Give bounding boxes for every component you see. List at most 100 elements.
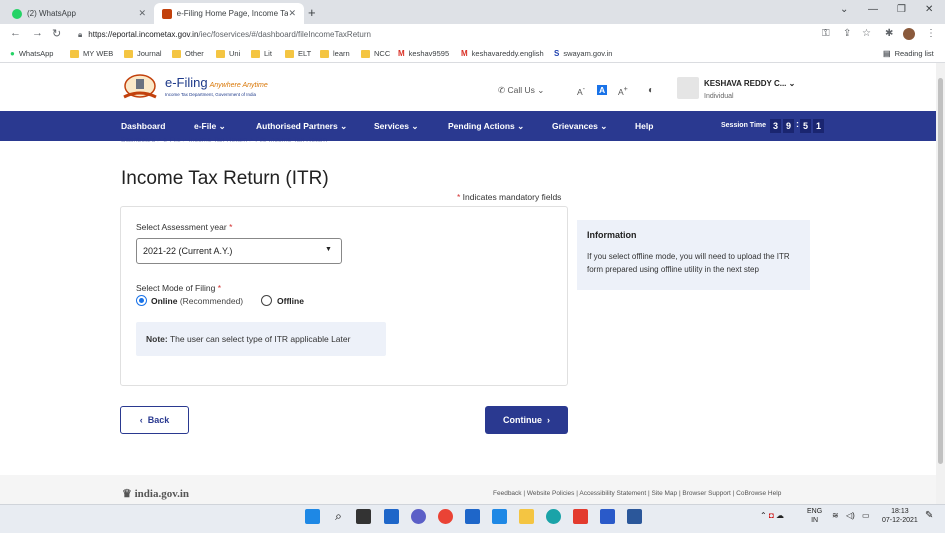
language-indicator[interactable]: ENG IN [807, 507, 822, 525]
bookmark-uni[interactable]: Uni [216, 49, 240, 58]
avatar[interactable] [677, 77, 699, 99]
folder-icon [320, 49, 329, 58]
nav-dashboard[interactable]: Dashboard [121, 121, 165, 131]
new-tab-button[interactable]: + [308, 5, 316, 20]
office-icon[interactable] [573, 509, 588, 524]
bookmark-learn[interactable]: learn [320, 49, 350, 58]
user-menu[interactable]: KESHAVA REDDY C... ⌄ [704, 79, 795, 88]
volume-icon[interactable]: ◁) [846, 511, 855, 520]
filing-mode-label: Select Mode of Filing * [136, 283, 222, 293]
search-icon[interactable]: ⌕ [331, 509, 346, 524]
emblem-logo-icon [123, 74, 157, 99]
back-button[interactable]: ‹ Back [120, 406, 189, 434]
nav-grievances[interactable]: Grievances ⌄ [552, 121, 607, 132]
tab-whatsapp[interactable]: (2) WhatsApp ✕ [4, 3, 154, 24]
offline-radio[interactable] [261, 295, 272, 306]
star-icon[interactable]: ☆ [862, 28, 871, 39]
india-gov-label: india.gov.in [134, 488, 190, 500]
whatsapp-icon: ● [10, 49, 15, 58]
india-gov-link[interactable]: ♛ india.gov.in [122, 487, 189, 500]
font-normal-button[interactable]: A [597, 85, 608, 95]
bookmark-gmail-2[interactable]: Mkeshavareddy.english [461, 49, 544, 58]
user-role: Individual [704, 93, 734, 100]
maximize-button[interactable]: ❐ [897, 4, 906, 15]
key-icon[interactable]: ⚿ [822, 28, 830, 39]
extensions-icon[interactable]: ✱ [885, 28, 893, 39]
chevron-right-icon: › [542, 415, 550, 425]
bookmark-journal[interactable]: Journal [124, 49, 162, 58]
nav-help[interactable]: Help [635, 121, 653, 131]
footer-links[interactable]: Feedback | Website Policies | Accessibil… [493, 490, 781, 497]
nav-pending-actions[interactable]: Pending Actions ⌄ [448, 121, 524, 132]
breadcrumb[interactable]: Dashboard > e-File > Income Tax Return >… [121, 137, 327, 144]
call-us-dropdown[interactable]: ✆ Call Us ⌄ [498, 85, 544, 96]
call-us-label: Call Us [507, 85, 535, 95]
user-name: KESHAVA REDDY C... [704, 79, 787, 88]
font-increase-button[interactable]: A+ [618, 85, 628, 97]
efiling-logo-title[interactable]: e-Filing Anywhere Anytime [165, 75, 268, 90]
bookmark-swayam[interactable]: Sswayam.gov.in [554, 49, 612, 58]
bookmark-label: Journal [137, 49, 162, 58]
widgets-icon[interactable] [384, 509, 399, 524]
edge-icon[interactable] [546, 509, 561, 524]
reload-icon[interactable]: ↻ [52, 27, 61, 40]
taskbar-clock[interactable]: 18:13 07-12-2021 [882, 507, 918, 525]
online-radio[interactable] [136, 295, 147, 306]
forward-arrow-icon[interactable]: → [32, 27, 43, 39]
continue-button[interactable]: Continue › [485, 406, 568, 434]
battery-icon[interactable]: ▭ [862, 511, 870, 520]
tab-search-icon[interactable]: ⌄ [840, 4, 848, 15]
notification-icon[interactable]: ✎ [925, 510, 933, 521]
app-icon[interactable] [600, 509, 615, 524]
note-prefix: Note: [146, 334, 168, 344]
chevron-left-icon: ‹ [139, 415, 148, 425]
folder-icon [172, 49, 181, 58]
close-tab-icon[interactable]: ✕ [138, 8, 146, 19]
bookmark-elt[interactable]: ELT [285, 49, 311, 58]
bookmark-gmail-1[interactable]: Mkeshav9595 [398, 49, 449, 58]
tab-efiling[interactable]: e-Filing Home Page, Income Tax ✕ [154, 3, 304, 24]
nav-label: Authorised Partners [256, 121, 338, 131]
menu-icon[interactable]: ⋮ [926, 28, 936, 39]
reading-list-button[interactable]: ▤ Reading list [883, 49, 934, 58]
contrast-toggle-icon[interactable]: ◐ [648, 85, 654, 96]
nav-efile[interactable]: e-File ⌄ [194, 121, 226, 132]
wifi-icon[interactable]: ≋ [832, 511, 839, 520]
bookmark-my-web[interactable]: MY WEB [70, 49, 113, 58]
mandatory-fields-note: * Indicates mandatory fields [457, 192, 562, 202]
profile-avatar[interactable] [903, 28, 915, 40]
bookmark-lit[interactable]: Lit [251, 49, 272, 58]
bookmark-other[interactable]: Other [172, 49, 204, 58]
minimize-button[interactable]: — [868, 4, 878, 15]
bookmark-label: swayam.gov.in [563, 49, 613, 58]
lock-icon: 🔒︎ [78, 29, 83, 39]
nav-services[interactable]: Services ⌄ [374, 121, 418, 132]
url-field[interactable]: 🔒︎ https://eportal.incometax.gov.in/iec/… [78, 26, 838, 43]
close-window-button[interactable]: ✕ [925, 4, 933, 15]
timer-digit: 3 [770, 119, 781, 133]
assessment-year-label: Select Assessment year * [136, 222, 233, 232]
system-tray[interactable]: ⌃ ◘ ☁ [760, 511, 784, 520]
word-icon[interactable] [627, 509, 642, 524]
task-view-icon[interactable] [356, 509, 371, 524]
nav-authorised-partners[interactable]: Authorised Partners ⌄ [256, 121, 347, 132]
bookmark-whatsapp[interactable]: ● WhatsApp [10, 49, 53, 58]
store-icon[interactable] [492, 509, 507, 524]
online-option-label[interactable]: Online (Recommended) [151, 296, 243, 306]
mail-icon[interactable] [465, 509, 480, 524]
share-icon[interactable]: ⇪ [843, 28, 851, 39]
close-tab-icon[interactable]: ✕ [288, 8, 296, 19]
file-explorer-icon[interactable] [519, 509, 534, 524]
lang-text: ENG [807, 508, 823, 515]
back-arrow-icon[interactable]: ← [10, 27, 21, 39]
bookmark-label: ELT [298, 49, 312, 58]
font-decrease-button[interactable]: A- [577, 85, 585, 97]
online-recommended: (Recommended) [179, 296, 244, 306]
chrome-icon[interactable] [438, 509, 453, 524]
offline-option-label[interactable]: Offline [277, 296, 304, 306]
bookmark-ncc[interactable]: NCC [361, 49, 390, 58]
assessment-year-select[interactable]: 2021-22 (Current A.Y.) [136, 238, 342, 264]
scrollbar-thumb[interactable] [938, 78, 943, 464]
windows-start-icon[interactable] [305, 509, 320, 524]
teams-chat-icon[interactable] [411, 509, 426, 524]
